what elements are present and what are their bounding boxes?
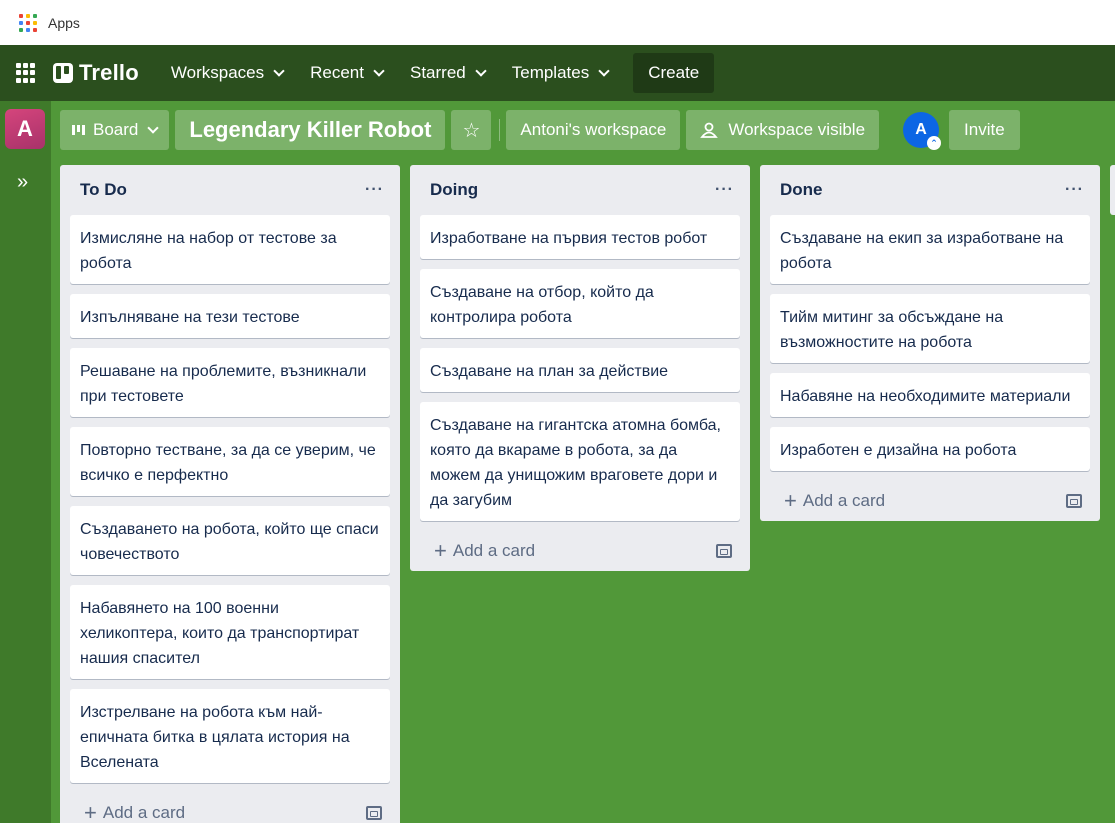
add-card-button[interactable]: + Add a card [784, 490, 885, 512]
apps-grid-dot [33, 27, 37, 32]
apps-grid-dot [26, 13, 30, 18]
add-card-row: + Add a card [60, 793, 400, 823]
card[interactable]: Създаване на план за действие [420, 348, 740, 392]
card[interactable]: Набавяне на необходимите материали [770, 373, 1090, 417]
add-card-label: Add a card [802, 491, 886, 510]
header-divider [499, 119, 501, 141]
list-title[interactable]: Done [780, 180, 823, 200]
board-view-switcher[interactable]: Board [60, 110, 170, 150]
card-container: Измисляне на набор от тестове за робота … [60, 215, 400, 783]
add-card-label: Add a card [452, 541, 536, 560]
nav-workspaces-dropdown[interactable]: Workspaces [161, 54, 293, 92]
card[interactable]: Създаване на отбор, който да контролира … [420, 269, 740, 338]
card[interactable]: Създаването на робота, който ще спаси чо… [70, 506, 390, 575]
add-card-button[interactable]: + Add a card [84, 802, 185, 823]
add-card-button[interactable]: + Add a card [434, 540, 535, 562]
list-to-do: To Do ··· Измисляне на набор от тестове … [60, 165, 400, 823]
nav-item-label: Templates [511, 63, 590, 82]
card[interactable]: Създаване на екип за изработване на робо… [770, 215, 1090, 284]
list-title[interactable]: Doing [430, 180, 478, 200]
create-from-template-icon[interactable] [366, 806, 382, 820]
create-from-template-icon[interactable] [716, 544, 732, 558]
chevron-down-icon [598, 64, 610, 77]
workspace-sidebar: A » [0, 101, 51, 823]
expand-sidebar-icon[interactable]: » [17, 171, 28, 194]
visibility-button[interactable]: Workspace visible [686, 110, 880, 150]
member-initial: A [915, 121, 927, 138]
next-list-edge [1110, 165, 1115, 215]
plus-icon: + [84, 800, 97, 823]
list-title[interactable]: To Do [80, 180, 127, 200]
add-card-label: Add a card [102, 803, 186, 822]
card-container: Създаване на екип за изработване на робо… [760, 215, 1100, 471]
nav-starred-dropdown[interactable]: Starred [400, 54, 495, 92]
card[interactable]: Повторно тестване, за да се уверим, че в… [70, 427, 390, 496]
apps-grid-dot [19, 27, 23, 32]
member-avatar[interactable]: A ⌃ [903, 112, 942, 150]
visibility-people-icon [700, 122, 719, 138]
card[interactable]: Създаване на гигантска атомна бомба, коя… [420, 402, 740, 521]
invite-button[interactable]: Invite [949, 110, 1020, 150]
list-header: Doing ··· [410, 165, 750, 215]
apps-grid-dot [26, 20, 30, 25]
apps-grid-dot [33, 20, 37, 25]
nav-item-label: Starred [409, 63, 466, 82]
list-header: Done ··· [760, 165, 1100, 215]
create-button[interactable]: Create [633, 53, 715, 93]
trello-logo[interactable]: Trello [53, 60, 139, 86]
apps-grid-icon[interactable] [19, 13, 37, 32]
workspace-avatar[interactable]: A [5, 109, 45, 149]
nav-recent-dropdown[interactable]: Recent [300, 54, 393, 92]
nav-item-label: Workspaces [170, 63, 265, 82]
card[interactable]: Измисляне на набор от тестове за робота [70, 215, 390, 284]
list-doing: Doing ··· Изработване на първия тестов р… [410, 165, 750, 571]
header-nav: Workspaces Recent Starred Templates Crea… [161, 53, 715, 93]
plus-icon: + [784, 488, 797, 513]
card[interactable]: Изработване на първия тестов робот [420, 215, 740, 259]
trello-logo-text: Trello [79, 60, 139, 85]
chevron-down-icon [373, 64, 385, 77]
board-header: Board Legendary Killer Robot ☆ Antoni's … [60, 110, 1026, 150]
chevron-down-icon [273, 64, 285, 77]
app-switcher-icon[interactable] [16, 63, 36, 83]
apps-shortcut-label[interactable]: Apps [48, 15, 80, 31]
list-done: Done ··· Създаване на екип за изработван… [760, 165, 1100, 521]
visibility-label: Workspace visible [728, 120, 866, 139]
trello-header: Trello Workspaces Recent Starred Templat… [0, 45, 1115, 101]
trello-logo-icon [53, 63, 73, 83]
create-from-template-icon[interactable] [1066, 494, 1082, 508]
plus-icon: + [434, 538, 447, 563]
list-actions-icon[interactable]: ··· [715, 181, 734, 199]
card[interactable]: Тийм митинг за обсъждане на възможностит… [770, 294, 1090, 363]
workspace-name-button[interactable]: Antoni's workspace [506, 110, 681, 150]
card[interactable]: Набавянето на 100 военни хеликоптера, ко… [70, 585, 390, 679]
browser-bookmarks-bar: Apps [0, 0, 1115, 45]
chevron-down-icon [147, 121, 160, 134]
list-actions-icon[interactable]: ··· [365, 181, 384, 199]
add-card-row: + Add a card [760, 481, 1100, 521]
nav-item-label: Recent [310, 63, 364, 82]
apps-grid-dot [19, 20, 23, 25]
card[interactable]: Изстрелване на робота към най-епичната б… [70, 689, 390, 783]
card-container: Изработване на първия тестов робот Създа… [410, 215, 750, 521]
board-title[interactable]: Legendary Killer Robot [175, 110, 446, 150]
board-view-icon [72, 125, 85, 135]
card[interactable]: Изработен е дизайна на робота [770, 427, 1090, 471]
list-header: To Do ··· [60, 165, 400, 215]
apps-grid-dot [19, 13, 23, 18]
nav-templates-dropdown[interactable]: Templates [502, 54, 618, 92]
apps-grid-dot [26, 27, 30, 32]
card[interactable]: Изпълняване на тези тестове [70, 294, 390, 338]
admin-chevron-icon: ⌃ [927, 136, 942, 150]
list-actions-icon[interactable]: ··· [1065, 181, 1084, 199]
star-board-icon[interactable]: ☆ [451, 110, 492, 150]
card[interactable]: Решаване на проблемите, възникнали при т… [70, 348, 390, 417]
chevron-down-icon [475, 64, 487, 77]
add-card-row: + Add a card [410, 531, 750, 571]
board-view-label: Board [93, 120, 139, 139]
apps-grid-dot [33, 13, 37, 18]
